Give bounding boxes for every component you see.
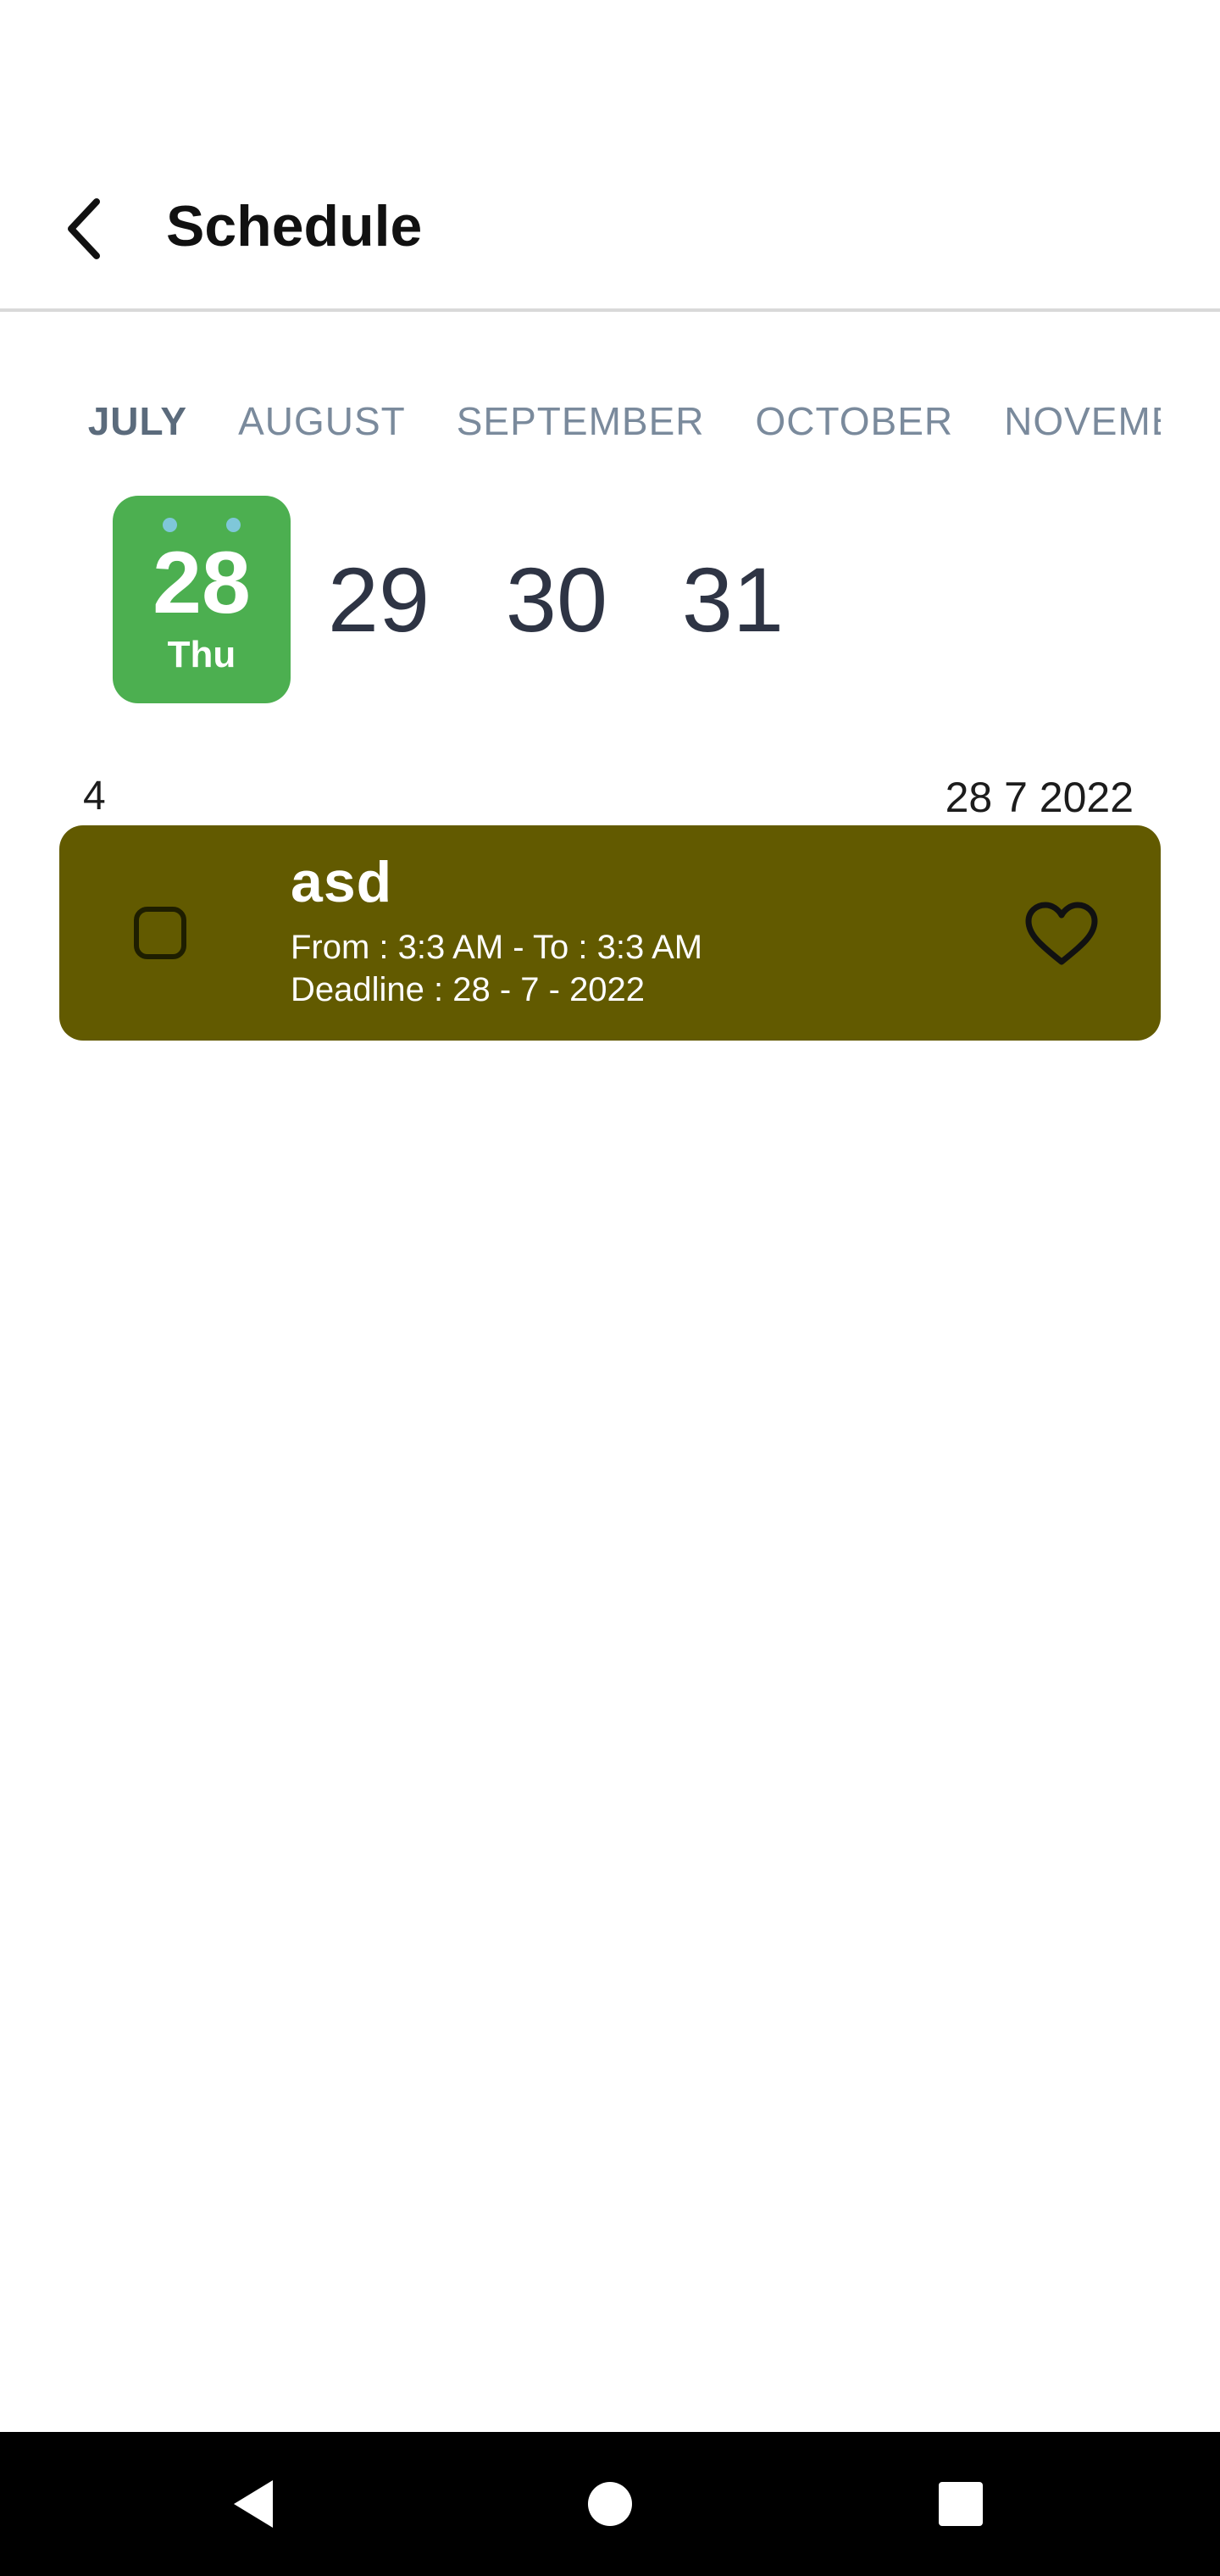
page-title: Schedule xyxy=(166,194,423,258)
task-checkbox[interactable] xyxy=(134,907,186,959)
task-title: asd xyxy=(291,850,393,914)
event-dot xyxy=(163,518,177,532)
month-selector: E JULY AUGUST SEPTEMBER OCTOBER NOVEMBI xyxy=(59,398,1161,466)
nav-recents-button[interactable] xyxy=(910,2457,1012,2551)
square-recents-icon xyxy=(939,2482,983,2526)
back-button[interactable] xyxy=(42,182,127,275)
nav-home-button[interactable] xyxy=(559,2457,661,2551)
task-card[interactable]: asd From : 3:3 AM - To : 3:3 AM Deadline… xyxy=(59,825,1161,1041)
system-nav-bar xyxy=(0,2432,1220,2576)
month-item[interactable]: OCTOBER xyxy=(755,398,953,444)
month-item[interactable]: NOVEMBI xyxy=(1004,398,1161,444)
day-selector: 7 28 Thu 29 30 31 xyxy=(59,496,1161,708)
task-deadline: Deadline : 28 - 7 - 2022 xyxy=(291,971,646,1008)
day-item[interactable]: 30 xyxy=(468,496,646,703)
day-item[interactable]: 31 xyxy=(644,496,822,703)
favorite-button[interactable] xyxy=(1015,888,1108,981)
month-item-active[interactable]: JULY xyxy=(88,398,187,444)
event-dot xyxy=(226,518,241,532)
nav-back-button[interactable] xyxy=(203,2457,305,2551)
month-item[interactable]: SEPTEMBER xyxy=(457,398,705,444)
day-item[interactable]: 7 xyxy=(59,496,97,703)
circle-home-icon xyxy=(588,2482,632,2526)
heart-outline-icon xyxy=(1025,902,1098,965)
schedule-screen: Schedule E JULY AUGUST SEPTEMBER OCTOBER… xyxy=(0,0,1220,2576)
day-number: 28 xyxy=(152,533,251,632)
day-item[interactable]: 29 xyxy=(290,496,468,703)
month-item[interactable]: AUGUST xyxy=(238,398,406,444)
day-item-selected[interactable]: 28 Thu xyxy=(113,496,291,703)
day-weekday: Thu xyxy=(167,633,236,675)
task-time: From : 3:3 AM - To : 3:3 AM xyxy=(291,929,703,966)
chevron-left-icon xyxy=(68,198,100,259)
selected-date: 28 7 2022 xyxy=(945,774,1134,821)
app-bar: Schedule xyxy=(0,0,1220,312)
event-dots xyxy=(113,518,291,532)
task-count: 4 xyxy=(83,774,106,819)
triangle-back-icon xyxy=(234,2480,273,2528)
